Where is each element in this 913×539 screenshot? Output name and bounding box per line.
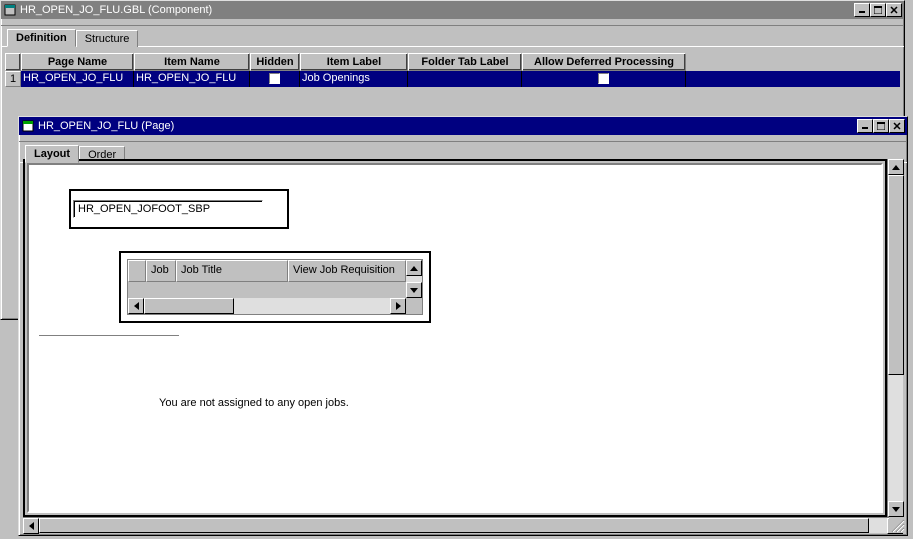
column-folder-tab[interactable]: Folder Tab Label bbox=[408, 53, 522, 71]
column-rownum[interactable] bbox=[5, 53, 21, 71]
grid-col-job-title[interactable]: Job Title bbox=[176, 260, 288, 282]
close-button[interactable] bbox=[889, 119, 905, 133]
tab-layout[interactable]: Layout bbox=[25, 145, 79, 163]
page-title: HR_OPEN_JO_FLU (Page) bbox=[38, 120, 857, 132]
grid-vscroll[interactable] bbox=[406, 260, 422, 298]
scroll-down-icon[interactable] bbox=[888, 501, 904, 517]
close-button[interactable] bbox=[886, 3, 902, 17]
column-item-name[interactable]: Item Name bbox=[134, 53, 250, 71]
column-hidden[interactable]: Hidden bbox=[250, 53, 300, 71]
hscroll-thumb[interactable] bbox=[39, 518, 869, 533]
cell-item-name: HR_OPEN_JO_FLU bbox=[134, 71, 250, 87]
column-page-name[interactable]: Page Name bbox=[21, 53, 134, 71]
inner-grid: Job Job Title View Job Requisition bbox=[127, 259, 423, 315]
subpage-box[interactable]: HR_OPEN_JOFOOT_SBP bbox=[69, 189, 289, 229]
cell-folder-tab bbox=[408, 71, 522, 87]
cell-allow-deferred[interactable] bbox=[522, 71, 686, 87]
scroll-right-icon[interactable] bbox=[390, 298, 406, 314]
page-titlebar[interactable]: HR_OPEN_JO_FLU (Page) bbox=[19, 117, 907, 135]
column-item-label[interactable]: Item Label bbox=[300, 53, 408, 71]
cell-item-label: Job Openings bbox=[300, 71, 408, 87]
component-grid: Page Name Item Name Hidden Item Label Fo… bbox=[5, 53, 900, 87]
page-client: HR_OPEN_JOFOOT_SBP Job Job Title View Jo… bbox=[23, 159, 903, 517]
maximize-button[interactable] bbox=[870, 3, 886, 17]
scroll-left-icon[interactable] bbox=[128, 298, 144, 314]
component-titlebar[interactable]: HR_OPEN_JO_FLU.GBL (Component) bbox=[1, 1, 904, 19]
minimize-button[interactable] bbox=[854, 3, 870, 17]
checkbox-icon[interactable] bbox=[598, 73, 609, 84]
column-allow-deferred[interactable]: Allow Deferred Processing bbox=[522, 53, 686, 71]
table-row[interactable]: 1 HR_OPEN_JO_FLU HR_OPEN_JO_FLU Job Open… bbox=[5, 71, 900, 87]
tab-definition[interactable]: Definition bbox=[7, 29, 76, 47]
scroll-up-icon[interactable] bbox=[406, 260, 422, 276]
tab-structure[interactable]: Structure bbox=[76, 30, 139, 47]
page-hscroll[interactable] bbox=[23, 517, 903, 533]
minimize-button[interactable] bbox=[857, 119, 873, 133]
grid-col-view-req[interactable]: View Job Requisition bbox=[288, 260, 406, 282]
page-border: HR_OPEN_JOFOOT_SBP Job Job Title View Jo… bbox=[23, 159, 887, 517]
grid-col-job[interactable]: Job bbox=[146, 260, 176, 282]
subpage-name-field[interactable]: HR_OPEN_JOFOOT_SBP bbox=[73, 200, 263, 218]
component-tabs: Definition Structure bbox=[1, 25, 904, 47]
component-title: HR_OPEN_JO_FLU.GBL (Component) bbox=[20, 4, 854, 16]
cell-hidden[interactable] bbox=[250, 71, 300, 87]
window-icon bbox=[3, 3, 17, 17]
cell-page-name: HR_OPEN_JO_FLU bbox=[21, 71, 134, 87]
scroll-down-icon[interactable] bbox=[406, 282, 422, 298]
scroll-left-icon[interactable] bbox=[23, 518, 39, 534]
scroll-up-icon[interactable] bbox=[888, 159, 904, 175]
maximize-button[interactable] bbox=[873, 119, 889, 133]
grid-control[interactable]: Job Job Title View Job Requisition bbox=[119, 251, 431, 323]
row-number: 1 bbox=[5, 71, 21, 87]
grid-hscroll[interactable] bbox=[128, 298, 406, 314]
empty-message: You are not assigned to any open jobs. bbox=[159, 397, 349, 409]
divider bbox=[39, 335, 179, 337]
page-canvas[interactable]: HR_OPEN_JOFOOT_SBP Job Job Title View Jo… bbox=[27, 163, 883, 513]
page-window: HR_OPEN_JO_FLU (Page) Layout Order HR_OP… bbox=[18, 116, 908, 536]
window-icon bbox=[21, 119, 35, 133]
vscroll-thumb[interactable] bbox=[888, 175, 904, 375]
checkbox-icon[interactable] bbox=[269, 73, 280, 84]
grid-col-selector[interactable] bbox=[128, 260, 146, 282]
size-grip-icon[interactable] bbox=[889, 517, 905, 533]
hscroll-thumb[interactable] bbox=[144, 298, 234, 314]
page-vscroll[interactable] bbox=[887, 159, 903, 517]
